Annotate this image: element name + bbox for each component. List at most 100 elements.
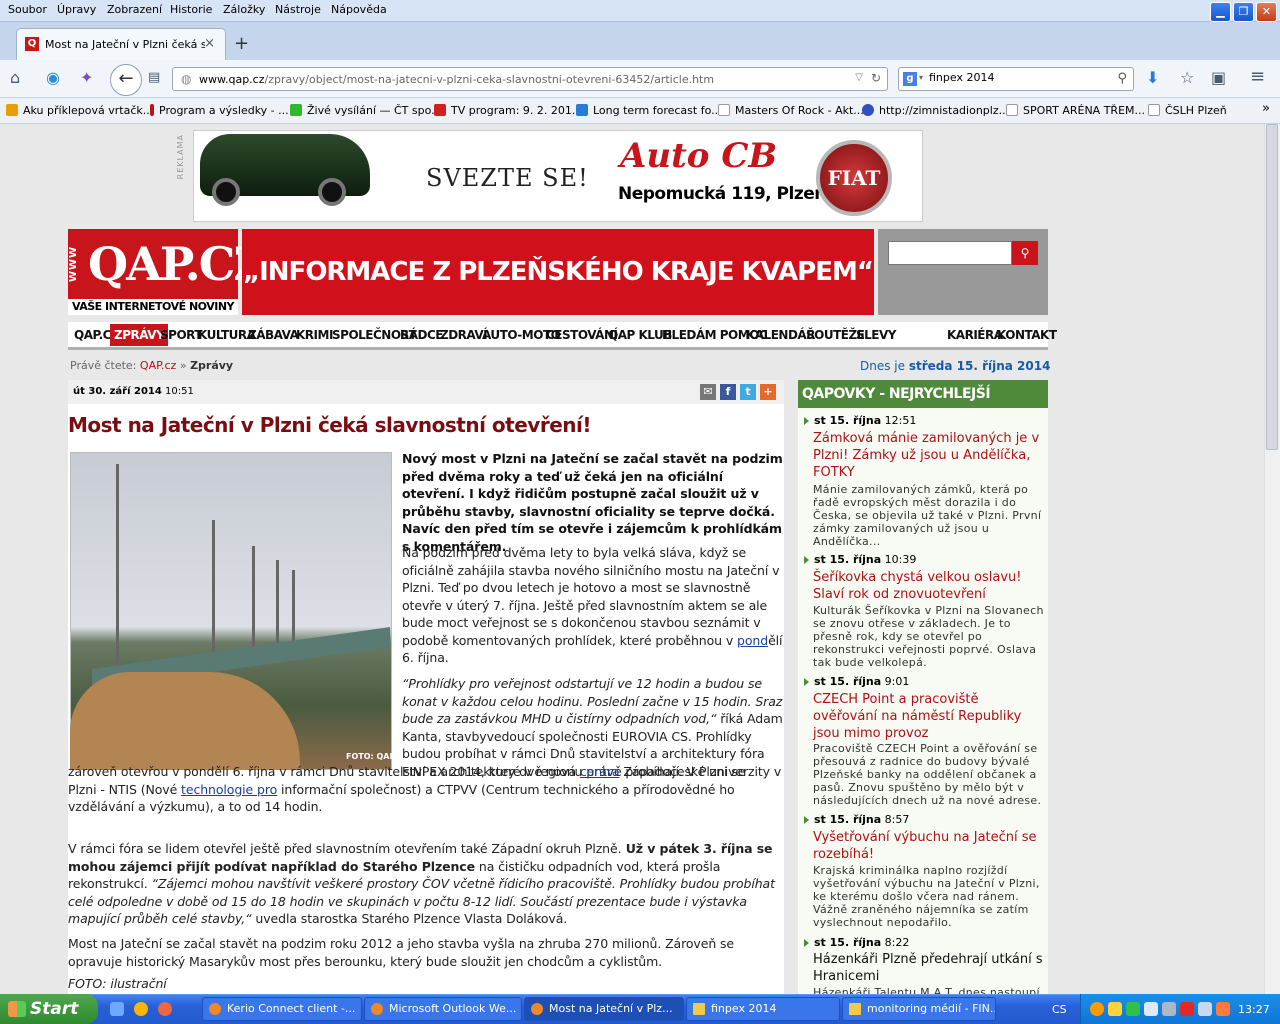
bookmark-item[interactable]: ČSLH Plzeň [1148,104,1227,117]
news-title-link[interactable]: Vyšetřování výbuchu na Jateční se rozebí… [813,829,1045,863]
article-link-technologie[interactable]: technologie pro [181,782,277,797]
news-title-link[interactable]: Zámková mánie zamilovaných je v Plzni! Z… [813,430,1045,481]
tray-check-icon[interactable] [1126,1002,1140,1016]
bookmark-item[interactable]: TV program: 9. 2. 201... [434,104,582,117]
menu-napoveda[interactable]: Nápověda [331,3,387,16]
menu-zobrazeni[interactable]: Zobrazení [107,3,162,16]
nav-krimi[interactable]: KRIMI [296,328,333,342]
photo-credit: FOTO: QAP.CZ [346,752,409,761]
reading-list-icon[interactable]: ▣ [1211,68,1226,87]
menu-historie[interactable]: Historie [170,3,212,16]
page-list-icon[interactable]: ▤ [148,70,160,85]
tray-printer-icon[interactable] [1162,1002,1176,1016]
email-share-icon[interactable]: ✉ [700,384,716,400]
home-icon[interactable]: ⌂ [10,68,20,87]
addon-icon[interactable]: ✦ [80,68,93,87]
quicklaunch-chrome-icon[interactable] [134,1002,148,1016]
more-share-icon[interactable]: + [760,384,776,400]
facebook-share-icon[interactable]: f [720,384,736,400]
lamp-post [292,570,295,650]
url-text[interactable]: www.qap.cz/zpravy/object/most-na-jatecni… [199,73,714,86]
reload-icon[interactable]: ↻ [871,71,881,85]
search-icon[interactable]: ⚲ [1117,71,1127,86]
menu-soubor[interactable]: Soubor [8,3,47,16]
nav-sport[interactable]: SPORT [160,328,203,342]
taskbar-item-kerio[interactable]: Kerio Connect client -... [202,997,362,1021]
site-logo[interactable]: WWW QAP.CZ VAŠE INTERNETOVÉ NOVINY [68,229,267,315]
news-title-link[interactable]: Šeříkovka chystá velkou oslavu! Slaví ro… [813,569,1045,603]
header-slogan: „INFORMACE Z PLZEŇSKÉHO KRAJE KVAPEM“ [242,229,874,315]
back-button[interactable]: ← [110,64,142,96]
sidebar-title: QAPOVKY - NEJRYCHLEJŠÍ ZPRÁVY [798,380,1048,430]
tab-article[interactable]: Q Most na Jateční v Plzni čeká sl... × [16,28,226,60]
menu-zalozky[interactable]: Záložky [223,3,265,16]
news-timestamp: st 15. října 9:01 [814,675,910,688]
nav-kalendar[interactable]: KALENDÁŘ [746,328,815,342]
news-title-link[interactable]: Házenkáři Plzně předehrají utkání s Hran… [813,951,1045,985]
tray-shield-icon[interactable] [1108,1002,1122,1016]
site-search-input[interactable] [888,241,1012,265]
nav-kariera[interactable]: KARIÉRA [947,328,1003,342]
taskbar-item-firefox[interactable]: Most na Jateční v Plz... [524,997,684,1021]
article-title: Most na Jateční v Plzni čeká slavnostní … [68,413,591,437]
site-search-button[interactable]: ⚲ [1012,241,1038,265]
bookmark-item[interactable]: http://zimnistadionplz... [862,104,1009,117]
language-indicator[interactable]: CS [1052,1003,1067,1016]
bookmark-item[interactable]: Aku příklepová vrtačk... [6,104,153,117]
minimize-button[interactable]: ▁ [1210,2,1231,22]
google-icon[interactable]: g [903,72,917,86]
tray-avast-icon[interactable] [1090,1002,1104,1016]
nav-kultura[interactable]: KULTURA [198,328,256,342]
bookmark-favicon-icon [150,104,154,116]
news-timestamp: st 15. října 8:57 [814,813,910,826]
bookmark-item[interactable]: SPORT ARÉNA TŘEM... [1006,104,1145,117]
menu-nastroje[interactable]: Nástroje [275,3,321,16]
article-link-centra[interactable]: centra [580,764,620,779]
bookmark-item[interactable]: Živé vysílání — ČT spo... [290,104,442,117]
download-icon[interactable]: ⬇ [1146,68,1159,87]
clock: 13:27 [1238,1003,1270,1016]
search-engine-dropdown-icon[interactable]: ▾ [919,73,923,82]
nav-kontakt[interactable]: KONTAKT [997,328,1057,342]
bookmark-item[interactable]: Program a výsledky - ... [150,104,289,117]
sync-icon[interactable]: ◉ [46,68,60,87]
logo-www: WWW [68,229,88,299]
bookmark-item[interactable]: Long term forecast fo... [576,104,722,117]
bookmark-star-icon[interactable]: ☆ [1180,68,1194,87]
search-bar[interactable]: g ▾ ⚲ [898,67,1134,91]
taskbar-item-monitoring[interactable]: monitoring médií - FIN... [842,997,996,1021]
hamburger-menu-icon[interactable]: ≡ [1250,66,1265,87]
new-tab-button[interactable]: + [234,33,249,54]
bookmark-item[interactable]: Masters Of Rock - Akt... [718,104,864,117]
breadcrumb-home-link[interactable]: QAP.cz [140,359,176,372]
search-input[interactable] [929,71,1099,84]
nav-zdravi[interactable]: ZDRAVÍ [440,328,488,342]
menu-upravy[interactable]: Úpravy [57,3,96,16]
ad-car-wheel [212,178,240,206]
tab-close-icon[interactable]: × [204,36,215,51]
close-window-button[interactable]: ✕ [1256,2,1277,22]
tray-volume-icon[interactable] [1198,1002,1212,1016]
url-bar[interactable]: ◍ www.qap.cz/zpravy/object/most-na-jatec… [172,67,888,91]
nav-zabava[interactable]: ZÁBAVA [248,328,299,342]
nav-slevy[interactable]: SLEVY [856,328,896,342]
bookmarks-overflow-icon[interactable]: » [1262,101,1270,116]
article-date: út 30. září 2014 10:51 [73,386,194,397]
article-link-pondeli[interactable]: pond [737,633,768,648]
nav-radce[interactable]: RÁDCE [400,328,444,342]
tray-app-icon[interactable] [1216,1002,1230,1016]
taskbar-item-folder[interactable]: finpex 2014 [686,997,840,1021]
scrollbar-thumb[interactable] [1266,124,1278,450]
quicklaunch-firefox-icon[interactable] [158,1002,172,1016]
quicklaunch-ie-icon[interactable] [110,1002,124,1016]
maximize-button[interactable]: ❐ [1233,2,1254,22]
nav-cestovani[interactable]: CESTOVÁNÍ [546,328,618,342]
tray-network-icon[interactable] [1144,1002,1158,1016]
url-dropdown-icon[interactable]: ▽ [855,72,863,83]
today-date: Dnes je středa 15. října 2014 [860,359,1051,373]
tray-alert-icon[interactable] [1180,1002,1194,1016]
news-title-link[interactable]: CZECH Point a pracoviště ověřování na ná… [813,691,1045,742]
twitter-share-icon[interactable]: t [740,384,756,400]
breadcrumb: Právě čtete: QAP.cz » Zprávy [70,359,234,372]
taskbar-item-outlook[interactable]: Microsoft Outlook We... [364,997,522,1021]
